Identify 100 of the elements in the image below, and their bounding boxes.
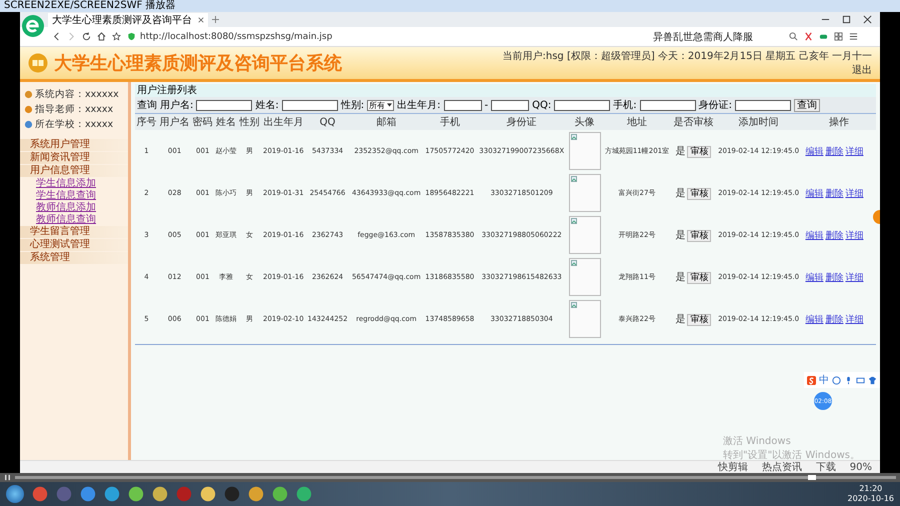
sogou-icon[interactable] <box>807 376 816 384</box>
app-icon[interactable] <box>296 486 312 502</box>
column-header: 添加时间 <box>715 114 802 130</box>
action-link[interactable]: 编辑 <box>805 272 824 282</box>
app-icon[interactable] <box>128 486 144 502</box>
action-link[interactable]: 编辑 <box>805 188 824 198</box>
audit-button[interactable]: 审核 <box>687 272 712 284</box>
grid-icon[interactable] <box>834 32 843 41</box>
logout-link[interactable]: 退出 <box>852 63 872 77</box>
column-header: 地址 <box>602 114 672 130</box>
ime-toolbar[interactable]: 中 <box>804 372 880 388</box>
shield-icon <box>127 32 136 41</box>
search-field[interactable]: 异兽乱世急需商人降服 <box>653 30 783 44</box>
ime-mode[interactable]: 中 <box>819 373 829 387</box>
progress-track[interactable] <box>15 476 896 479</box>
field-label: 出生年月: <box>397 98 440 112</box>
progress-thumb[interactable] <box>808 475 816 480</box>
audit-button[interactable]: 审核 <box>687 230 712 242</box>
menu-item[interactable]: 学生留言管理 <box>20 226 128 238</box>
player-title: SCREEN2EXE/SCREEN2SWF 播放器 <box>4 0 176 11</box>
close-icon[interactable] <box>198 16 204 22</box>
app-icon[interactable] <box>272 486 288 502</box>
audit-button[interactable]: 审核 <box>687 314 712 326</box>
input-field[interactable] <box>640 100 696 110</box>
browser-logo-icon[interactable] <box>22 14 44 36</box>
input-field[interactable] <box>491 100 530 110</box>
new-tab-icon[interactable] <box>212 16 219 23</box>
field-label: 手机: <box>613 98 637 112</box>
action-link[interactable]: 编辑 <box>805 230 824 240</box>
gender-select[interactable]: 所有 <box>367 100 394 110</box>
logo-icon <box>28 53 48 73</box>
pause-icon[interactable] <box>4 474 11 481</box>
close-icon[interactable] <box>863 15 872 24</box>
column-header: 是否审核 <box>672 114 716 130</box>
shirt-icon[interactable] <box>868 376 877 384</box>
column-header: 用户名 <box>158 114 192 130</box>
microphone-icon[interactable] <box>844 376 853 384</box>
action-link[interactable]: 详细 <box>845 188 864 198</box>
avatar-placeholder <box>568 216 601 254</box>
menu-item[interactable]: 心理测试管理 <box>20 239 128 251</box>
action-link[interactable]: 删除 <box>825 230 844 240</box>
action-link[interactable]: 删除 <box>825 146 844 156</box>
activation-title: 激活 Windows <box>722 435 792 448</box>
activation-hint: 转到"设置"以激活 Windows。 <box>722 448 860 462</box>
submenu-link[interactable]: 学生信息查询 <box>20 190 128 202</box>
input-field[interactable] <box>444 100 482 110</box>
menu-item[interactable]: 系统管理 <box>20 252 128 264</box>
submenu-link[interactable]: 教师信息添加 <box>20 202 128 214</box>
menu-item[interactable]: 用户信息管理 <box>20 165 128 177</box>
query-button[interactable]: 查询 <box>794 98 820 112</box>
app-icon[interactable] <box>32 486 48 502</box>
submenu-link[interactable]: 教师信息查询 <box>20 214 128 226</box>
submenu-link[interactable]: 学生信息添加 <box>20 178 128 190</box>
app-icon[interactable] <box>152 486 168 502</box>
column-header: 身份证 <box>476 114 567 130</box>
audit-button[interactable]: 审核 <box>687 146 712 158</box>
action-link[interactable]: 删除 <box>825 314 844 324</box>
status-item[interactable]: 快剪辑 <box>718 460 748 474</box>
action-link[interactable]: 删除 <box>825 272 844 282</box>
field-label: 姓名: <box>255 99 279 112</box>
table-cell: 是 <box>675 314 686 325</box>
input-field[interactable] <box>554 100 610 110</box>
action-link[interactable]: 详细 <box>845 272 864 282</box>
maximize-icon[interactable] <box>842 15 851 24</box>
column-header: 邮箱 <box>349 114 424 130</box>
caret-icon[interactable] <box>387 103 392 107</box>
address-field[interactable]: http://localhost:8080/ssmspzshsg/main.jsp <box>127 32 647 42</box>
browser-tab[interactable]: 大学生心理素质测评及咨询平台 <box>48 12 208 26</box>
action-link[interactable]: 详细 <box>845 146 864 156</box>
menu-item[interactable]: 系统用户管理 <box>20 139 128 151</box>
avatar-placeholder <box>568 132 601 170</box>
reload-icon[interactable] <box>82 32 91 41</box>
action-link[interactable]: 删除 <box>825 188 844 198</box>
action-link[interactable]: 详细 <box>845 230 864 240</box>
list-title: 用户注册列表 <box>137 85 197 96</box>
avatar-placeholder <box>568 300 601 338</box>
status-item[interactable]: 90% <box>850 462 872 472</box>
status-item[interactable]: 热点资讯 <box>762 460 802 474</box>
menu-item[interactable]: 新闻资讯管理 <box>20 152 128 164</box>
status-item[interactable]: 下载 <box>816 460 836 474</box>
search-icon[interactable] <box>789 32 798 41</box>
input-field[interactable] <box>734 100 791 110</box>
start-button[interactable] <box>6 485 24 503</box>
action-link[interactable]: 编辑 <box>805 146 824 156</box>
action-link[interactable]: 详细 <box>845 314 864 324</box>
action-link[interactable]: 编辑 <box>805 314 824 324</box>
app-icon[interactable] <box>104 486 120 502</box>
home-icon[interactable] <box>97 32 106 41</box>
column-header: 手机 <box>423 114 476 130</box>
app-icon[interactable] <box>80 486 96 502</box>
avatar-placeholder <box>568 174 601 212</box>
menu-icon[interactable] <box>849 32 858 41</box>
audit-button[interactable]: 审核 <box>687 188 712 200</box>
input-field[interactable] <box>282 100 338 110</box>
star-icon[interactable] <box>112 32 121 41</box>
back-icon[interactable] <box>52 32 61 41</box>
column-header: 性别 <box>238 114 262 130</box>
app-icon[interactable] <box>200 486 216 502</box>
app-icon[interactable] <box>248 486 264 502</box>
input-field[interactable] <box>196 100 252 110</box>
